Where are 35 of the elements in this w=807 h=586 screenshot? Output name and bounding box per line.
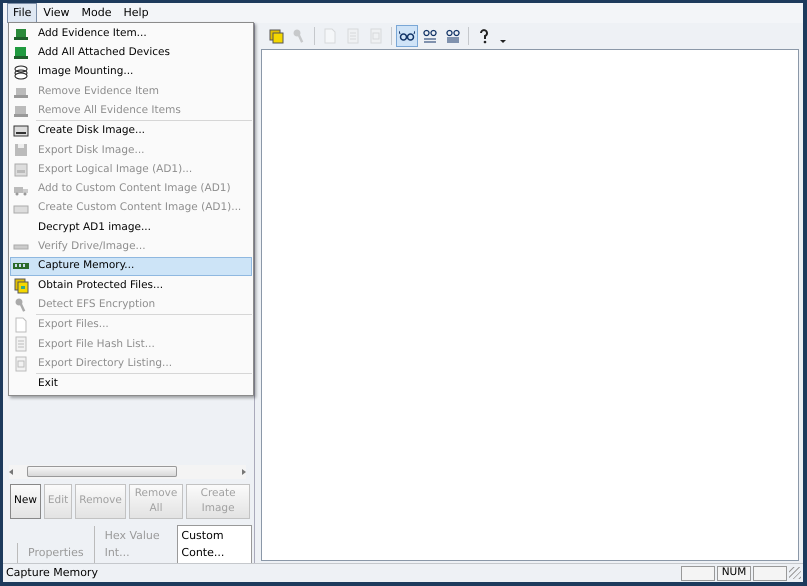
document-icon <box>13 356 29 372</box>
menu-item[interactable]: Help <box>118 2 155 24</box>
menu-item[interactable]: Mode <box>76 2 118 24</box>
panel-tab[interactable]: Custom Conte... <box>177 525 252 563</box>
folder-icon <box>13 278 29 294</box>
resize-grip-icon[interactable] <box>789 567 801 579</box>
menu-item[interactable]: Decrypt AD1 image... <box>10 218 252 238</box>
menu-item[interactable]: Create Disk Image... <box>10 121 252 141</box>
menu-item[interactable]: Image Mounting... <box>10 62 252 82</box>
document-icon <box>345 28 361 44</box>
glasses-icon <box>422 28 438 44</box>
menu-item[interactable]: Obtain Protected Files... <box>10 276 252 296</box>
menu-item[interactable]: Capture Memory... <box>10 256 252 276</box>
menu-item[interactable]: Add Evidence Item... <box>10 24 252 44</box>
document-icon <box>13 336 29 352</box>
document-icon <box>13 317 29 334</box>
status-text: Capture Memory <box>6 564 99 581</box>
toolbar-button[interactable] <box>396 25 418 47</box>
menu-item[interactable]: Exit <box>10 374 252 394</box>
menu-item[interactable]: Add All Attached Devices <box>10 43 252 63</box>
document-icon <box>368 28 384 44</box>
dropdown-arrow-icon[interactable] <box>500 40 506 42</box>
drive-icon <box>13 123 29 140</box>
folder-icon <box>268 28 284 44</box>
panel-button[interactable]: New <box>10 484 41 519</box>
glasses-icon <box>445 28 461 44</box>
status-panel: NUM <box>717 566 751 580</box>
disks-icon <box>13 64 29 80</box>
document-icon <box>322 28 338 44</box>
menu-item[interactable]: File <box>7 2 38 24</box>
panel-tab[interactable]: Properties <box>17 542 94 563</box>
horizontal-scrollbar[interactable] <box>9 464 246 478</box>
drive-icon <box>13 162 29 178</box>
floppy-icon <box>13 142 29 158</box>
menu-item[interactable]: View <box>37 2 76 24</box>
